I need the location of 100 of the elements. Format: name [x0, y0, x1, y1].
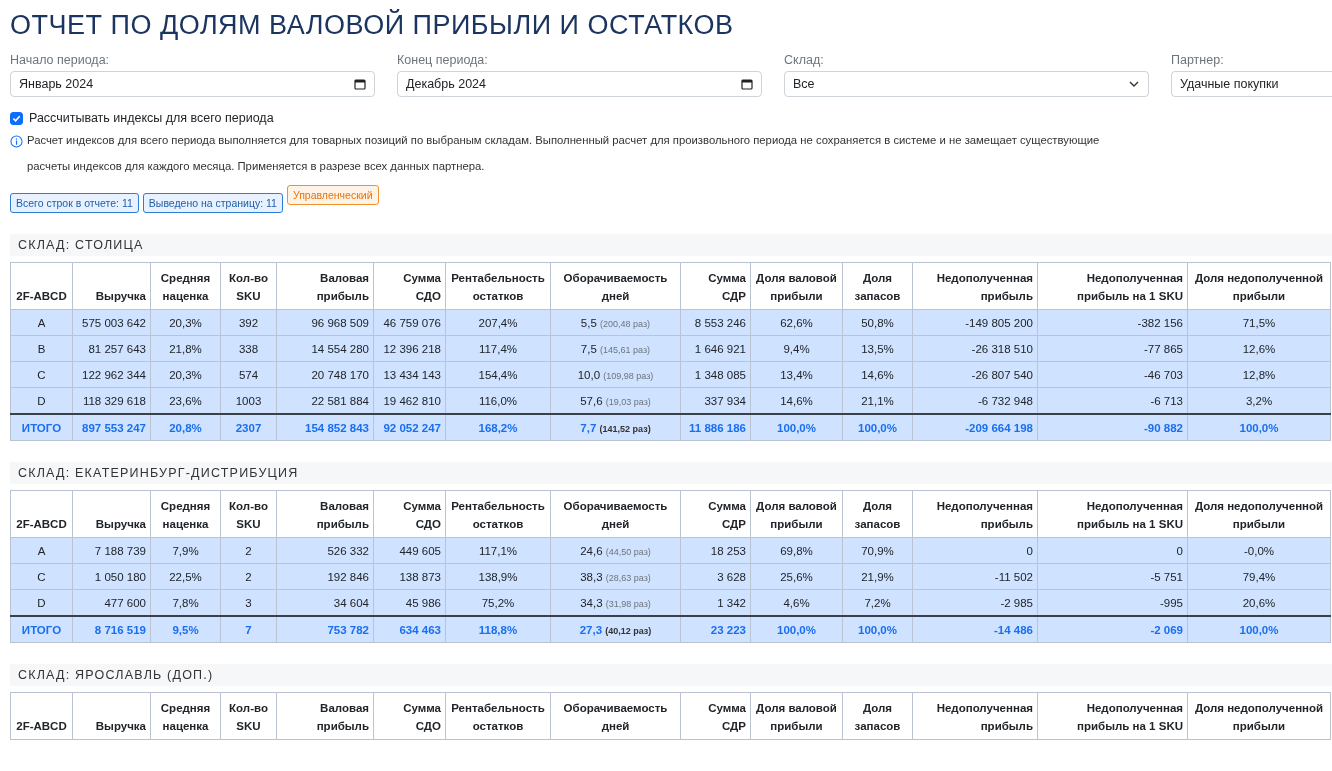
select-field[interactable]: Все	[784, 71, 1149, 97]
column-header: Недополученная прибыль	[912, 692, 1038, 740]
table-cell: 526 332	[276, 537, 374, 564]
column-header: Выручка	[72, 490, 151, 538]
table-cell: 0	[1037, 537, 1188, 564]
column-header: Валовая прибыль	[276, 262, 374, 310]
table-cell: 24,6 (44,50 раз)	[550, 537, 681, 564]
total-cell: 897 553 247	[72, 414, 151, 441]
total-cell: -209 664 198	[912, 414, 1038, 441]
report-badge: Выведено на страницу: 11	[142, 193, 283, 213]
total-cell: 7	[220, 616, 277, 643]
table-cell: 46 759 076	[373, 309, 446, 336]
column-header: Оборачиваемость дней	[550, 692, 681, 740]
table-cell: 10,0 (109,98 раз)	[550, 361, 681, 388]
total-cell: 100,0%	[750, 616, 843, 643]
total-cell: 100,0%	[1187, 414, 1331, 441]
calendar-icon[interactable]	[741, 78, 753, 90]
column-header: Сумма СДР	[680, 692, 751, 740]
table-cell: 449 605	[373, 537, 446, 564]
table-cell: 575 003 642	[72, 309, 151, 336]
table-cell: 22,5%	[150, 563, 221, 590]
table-cell: 21,9%	[842, 563, 913, 590]
table-cell: 12,8%	[1187, 361, 1331, 388]
total-cell: 168,2%	[445, 414, 551, 441]
table-cell: 3 628	[680, 563, 751, 590]
column-header: Оборачиваемость дней	[550, 490, 681, 538]
column-header: Валовая прибыль	[276, 490, 374, 538]
column-header: Доля валовой прибыли	[750, 490, 843, 538]
column-header: Оборачиваемость дней	[550, 262, 681, 310]
table-cell: 7 188 739	[72, 537, 151, 564]
table-cell: 50,8%	[842, 309, 913, 336]
column-header: Средняя наценка	[150, 692, 221, 740]
total-cell: 20,8%	[150, 414, 221, 441]
column-header: Сумма СДО	[373, 692, 446, 740]
table-cell: 9,4%	[750, 335, 843, 362]
column-header: Недополученная прибыль на 1 SKU	[1037, 692, 1188, 740]
total-cell: 23 223	[680, 616, 751, 643]
column-header: Недополученная прибыль	[912, 262, 1038, 310]
field-label: Начало периода:	[10, 53, 111, 67]
report-badge: Управленческий	[286, 185, 379, 205]
table-cell: 117,4%	[445, 335, 551, 362]
checkbox[interactable]	[10, 111, 23, 125]
table-cell: 13 434 143	[373, 361, 446, 388]
field-label: Склад:	[784, 53, 825, 67]
table-cell: 79,4%	[1187, 563, 1331, 590]
table-cell: C	[10, 361, 73, 388]
table-cell: -0,0%	[1187, 537, 1331, 564]
table-cell: 0	[912, 537, 1038, 564]
column-header: Рентабельность остатков	[445, 262, 551, 310]
table-cell: 192 846	[276, 563, 374, 590]
table-cell: 81 257 643	[72, 335, 151, 362]
column-header: Выручка	[72, 692, 151, 740]
total-cell: 100,0%	[750, 414, 843, 441]
table-cell: 7,5 (145,61 раз)	[550, 335, 681, 362]
calendar-icon[interactable]	[354, 78, 366, 90]
column-header: Доля валовой прибыли	[750, 692, 843, 740]
report-badge: Всего строк в отчете: 11	[10, 193, 139, 213]
table-cell: 25,6%	[750, 563, 843, 590]
total-cell: 154 852 843	[276, 414, 374, 441]
page-title: ОТЧЕТ ПО ДОЛЯМ ВАЛОВОЙ ПРИБЫЛИ И ОСТАТКОВ	[10, 10, 735, 41]
table-cell: 1 050 180	[72, 563, 151, 590]
table-cell: 21,8%	[150, 335, 221, 362]
table-cell: 138 873	[373, 563, 446, 590]
total-cell: -14 486	[912, 616, 1038, 643]
total-cell: 2307	[220, 414, 277, 441]
table-cell: 8 553 246	[680, 309, 751, 336]
table-cell: 117,1%	[445, 537, 551, 564]
table-cell: 13,4%	[750, 361, 843, 388]
column-header: Кол-во SKU	[220, 262, 277, 310]
table-cell: 138,9%	[445, 563, 551, 590]
column-header: Недополученная прибыль на 1 SKU	[1037, 490, 1188, 538]
info-text: Расчет индексов для всего периода выполняется для товарных позиций по выбраным складам. Выполненный расчет для произвольного периода не сохраняется в системе и не замещает существующие расчеты индексов для каждого месяца. Применяется в разрезе всех данных партнера.	[27, 133, 1101, 174]
table-cell: -77 865	[1037, 335, 1188, 362]
column-header: Сумма СДР	[680, 490, 751, 538]
section-title: СКЛАД: СТОЛИЦА	[10, 234, 1332, 256]
total-cell: 9,5%	[150, 616, 221, 643]
table-cell: 1 348 085	[680, 361, 751, 388]
table-cell: 38,3 (28,63 раз)	[550, 563, 681, 590]
date-field[interactable]: Январь 2024	[10, 71, 375, 97]
total-cell: 100,0%	[842, 616, 913, 643]
column-header: Доля недополученной прибыли	[1187, 262, 1331, 310]
column-header: 2F-ABCD	[10, 692, 73, 740]
input-field[interactable]: Удачные покупки	[1171, 71, 1332, 97]
table-cell: -149 805 200	[912, 309, 1038, 336]
checkbox-label: Рассчитывать индексы для всего периода	[29, 111, 274, 125]
table-cell: 96 968 509	[276, 309, 374, 336]
table-cell: 12 396 218	[373, 335, 446, 362]
total-cell: 634 463	[373, 616, 446, 643]
column-header: Кол-во SKU	[220, 692, 277, 740]
table-cell: B	[10, 335, 73, 362]
table-cell: 20,3%	[150, 309, 221, 336]
total-cell: -90 882	[1037, 414, 1188, 441]
table-cell: 27,3 (40,12 раз)	[550, 616, 681, 643]
column-header: 2F-ABCD	[10, 490, 73, 538]
table-cell: -382 156	[1037, 309, 1188, 336]
total-cell: 118,8%	[445, 616, 551, 643]
column-header: Средняя наценка	[150, 262, 221, 310]
table-cell: 5,5 (200,48 раз)	[550, 309, 681, 336]
table-cell: A	[10, 309, 73, 336]
date-field[interactable]: Декабрь 2024	[397, 71, 762, 97]
